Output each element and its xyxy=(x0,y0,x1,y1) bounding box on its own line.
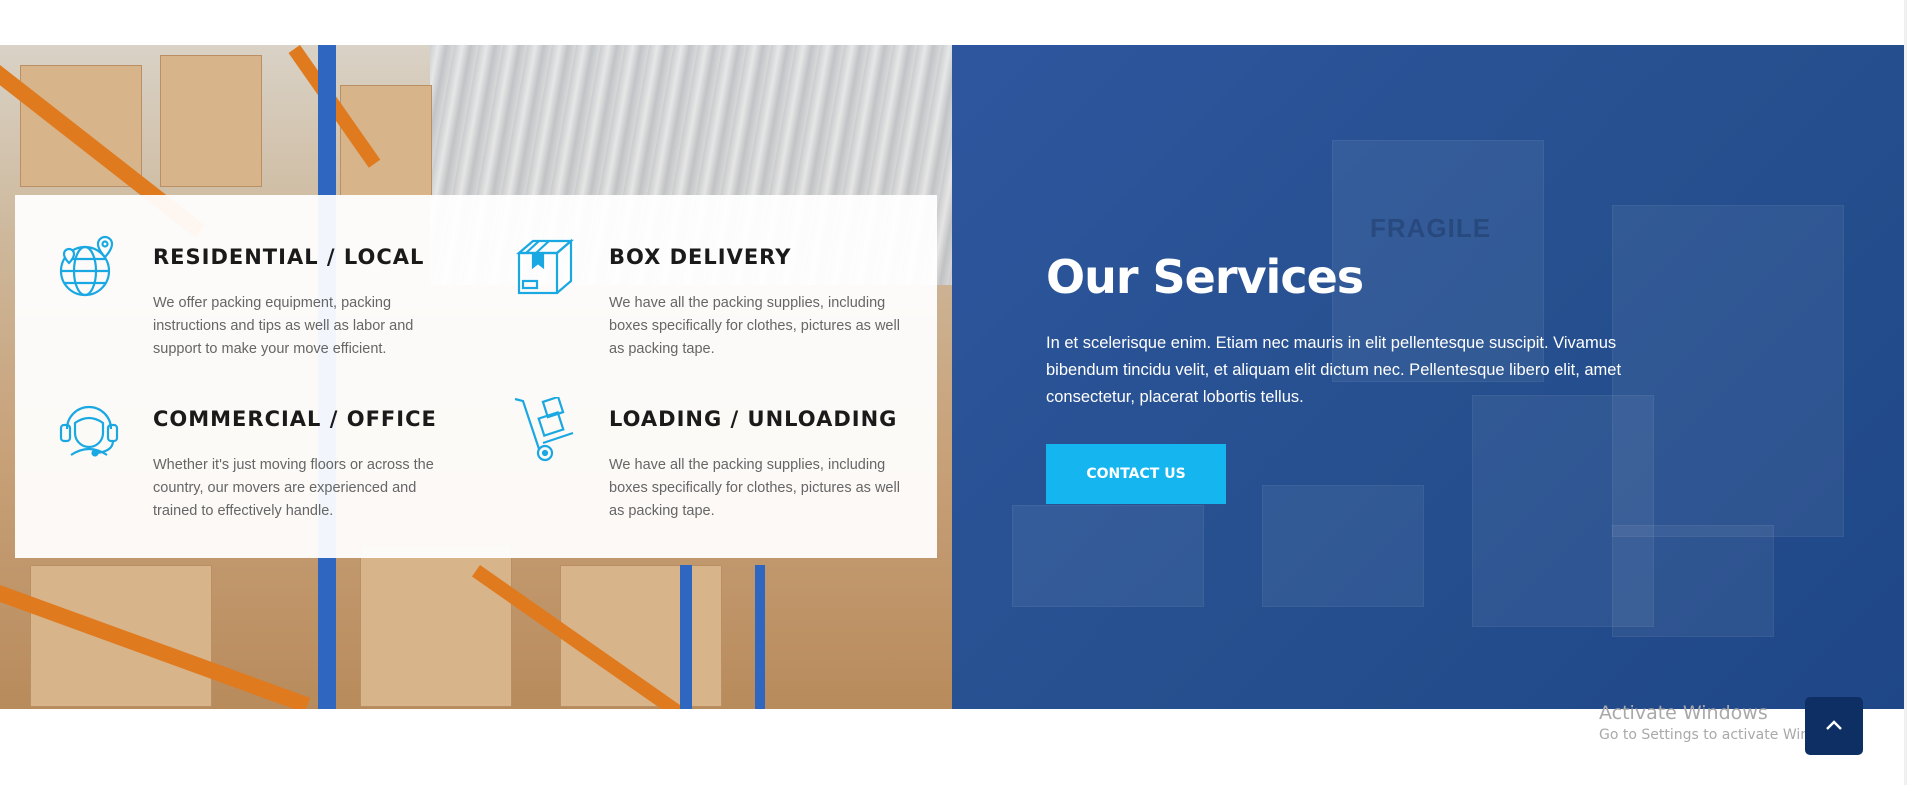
scroll-to-top-button[interactable] xyxy=(1805,697,1863,755)
service-description: We have all the packing supplies, includ… xyxy=(609,295,900,357)
contact-us-button[interactable]: CONTACT US xyxy=(1046,444,1226,504)
service-description: We have all the packing supplies, includ… xyxy=(609,457,900,519)
activate-windows-title: Activate Windows xyxy=(1599,702,1768,724)
background-box xyxy=(1612,525,1774,637)
shelf-boxes xyxy=(360,545,512,707)
section-description: In et scelerisque enim. Etiam nec mauris… xyxy=(1046,334,1622,406)
service-title: COMMERCIAL / OFFICE xyxy=(153,407,437,431)
chevron-up-icon xyxy=(1824,718,1844,735)
background-box xyxy=(1262,485,1424,607)
service-title: BOX DELIVERY xyxy=(609,245,792,269)
headset-icon xyxy=(57,397,123,463)
services-panel: RESIDENTIAL / LOCAL We offer packing equ… xyxy=(15,195,937,558)
service-description: We offer packing equipment, packing inst… xyxy=(153,295,414,357)
globe-pin-icon xyxy=(57,235,123,301)
section-title: Our Services xyxy=(1046,250,1364,304)
fragile-label: FRAGILE xyxy=(1370,213,1492,243)
service-description: Whether it's just moving floors or acros… xyxy=(153,457,434,519)
service-title: LOADING / UNLOADING xyxy=(609,407,898,431)
shelf-post xyxy=(755,565,765,709)
shelf-boxes xyxy=(160,55,262,187)
hand-truck-icon xyxy=(513,395,579,463)
service-title: RESIDENTIAL / LOCAL xyxy=(153,245,425,269)
services-section: RESIDENTIAL / LOCAL We offer packing equ… xyxy=(0,45,1907,709)
background-box xyxy=(1012,505,1204,607)
shelf-post xyxy=(680,565,692,709)
box-icon xyxy=(513,235,579,301)
our-services-intro: FRAGILE Our Services In et scelerisque e… xyxy=(952,45,1904,709)
